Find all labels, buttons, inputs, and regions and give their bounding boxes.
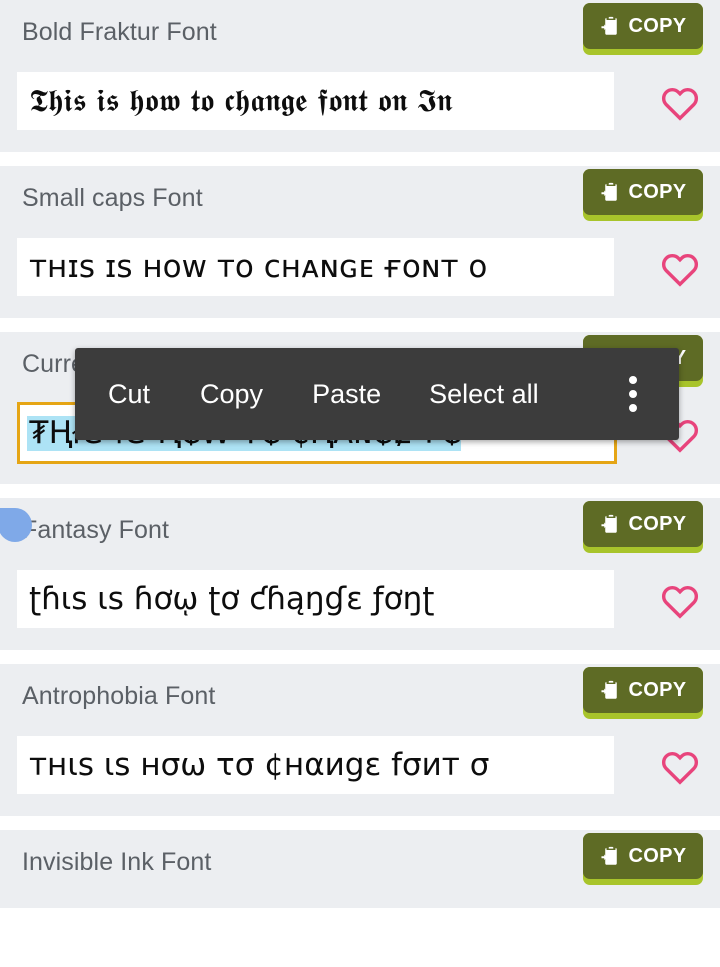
sample-text: 𝕿𝖍𝖎𝖘 𝖎𝖘 𝖍𝖔𝖜 𝖙𝖔 𝖈𝖍𝖆𝖓𝖌𝖊 𝖋𝖔𝖓𝖙 𝖔𝖓 𝕴𝖓 <box>29 82 453 119</box>
heart-outline-icon <box>661 585 699 619</box>
card-divider <box>0 318 720 332</box>
copy-button-label: COPY <box>628 513 687 535</box>
font-card-small-caps: Small caps Font COPY ᴛʜɪs ɪs ʜᴏᴡ ᴛᴏ ᴄʜᴀɴ… <box>0 166 720 318</box>
copy-button-label: COPY <box>628 679 687 701</box>
sample-text: ʈɦɩs ɩs ɦơῳ ʈơ ƈɦąŋɠɛ ƒơŋʈ <box>29 580 435 617</box>
copy-button-face: COPY <box>583 501 703 547</box>
copy-button-label: COPY <box>628 15 687 37</box>
card-divider <box>0 650 720 664</box>
card-header: Antrophobia Font COPY <box>0 664 720 736</box>
copy-button-face: COPY <box>583 833 703 879</box>
dot <box>629 390 637 398</box>
sample-text-field[interactable]: ᴛнιs ιs нσω τσ ¢нαиgε fσит σ <box>17 736 614 794</box>
context-menu-item-copy[interactable]: Copy <box>200 380 263 408</box>
copy-button-label: COPY <box>628 845 687 867</box>
copy-clipboard-icon <box>601 514 617 533</box>
copy-button[interactable]: COPY <box>583 501 703 553</box>
font-name-label: Fantasy Font <box>22 516 170 544</box>
copy-button-face: COPY <box>583 169 703 215</box>
sample-text-field[interactable]: ʈɦɩs ɩs ɦơῳ ʈơ ƈɦąŋɠɛ ƒơŋʈ <box>17 570 614 628</box>
font-name-label: Bold Fraktur Font <box>22 18 217 46</box>
card-footer-spacer <box>0 300 720 318</box>
sample-text: ᴛнιs ιs нσω τσ ¢нαиgε fσит σ <box>29 746 490 783</box>
card-footer-spacer <box>0 134 720 152</box>
context-menu-item-select-all[interactable]: Select all <box>429 380 539 408</box>
font-card-antrophobia: Antrophobia Font COPY ᴛнιs ιs нσω τσ ¢нα… <box>0 664 720 816</box>
card-divider <box>0 152 720 166</box>
card-divider <box>0 816 720 830</box>
card-header: Bold Fraktur Font COPY <box>0 0 720 72</box>
font-card-bold-fraktur: Bold Fraktur Font COPY 𝕿𝖍𝖎𝖘 𝖎𝖘 𝖍𝖔𝖜 𝖙𝖔 𝖈𝖍… <box>0 0 720 152</box>
heart-outline-icon <box>661 253 699 287</box>
text-context-menu: Cut Copy Paste Select all <box>75 348 679 440</box>
sample-text: ᴛʜɪs ɪs ʜᴏᴡ ᴛᴏ ᴄʜᴀɴɢᴇ ғᴏɴᴛ ᴏ <box>29 248 488 285</box>
heart-outline-icon <box>661 751 699 785</box>
favorite-button[interactable] <box>654 744 706 789</box>
sample-text-field[interactable]: 𝕿𝖍𝖎𝖘 𝖎𝖘 𝖍𝖔𝖜 𝖙𝖔 𝖈𝖍𝖆𝖓𝖌𝖊 𝖋𝖔𝖓𝖙 𝖔𝖓 𝕴𝖓 <box>17 72 614 130</box>
font-card-invisible-ink: Invisible Ink Font COPY <box>0 830 720 908</box>
copy-button-face: COPY <box>583 3 703 49</box>
font-name-label: Small caps Font <box>22 184 203 212</box>
more-vertical-icon[interactable] <box>629 376 637 412</box>
favorite-button[interactable] <box>654 578 706 623</box>
copy-button-face: COPY <box>583 667 703 713</box>
favorite-button[interactable] <box>654 80 706 125</box>
dot <box>629 376 637 384</box>
card-divider <box>0 484 720 498</box>
font-name-label: Antrophobia Font <box>22 682 216 710</box>
copy-clipboard-icon <box>601 182 617 201</box>
card-footer-spacer <box>0 466 720 484</box>
context-menu-item-cut[interactable]: Cut <box>108 380 150 408</box>
context-menu-item-paste[interactable]: Paste <box>312 380 381 408</box>
font-name-label: Invisible Ink Font <box>22 848 212 876</box>
copy-button[interactable]: COPY <box>583 169 703 221</box>
sample-text-row: ᴛнιs ιs нσω τσ ¢нαиgε fσит σ <box>0 736 720 798</box>
dot <box>629 404 637 412</box>
copy-clipboard-icon <box>601 846 617 865</box>
favorite-button[interactable] <box>654 246 706 291</box>
card-header: Fantasy Font COPY <box>0 498 720 570</box>
font-card-fantasy: Fantasy Font COPY ʈɦɩs ɩs ɦơῳ ʈơ ƈɦąŋɠɛ … <box>0 498 720 650</box>
card-header: Small caps Font COPY <box>0 166 720 238</box>
card-footer-spacer <box>0 632 720 650</box>
card-header: Invisible Ink Font COPY <box>0 830 720 902</box>
sample-text-field[interactable]: ᴛʜɪs ɪs ʜᴏᴡ ᴛᴏ ᴄʜᴀɴɢᴇ ғᴏɴᴛ ᴏ <box>17 238 614 296</box>
sample-text-row: 𝕿𝖍𝖎𝖘 𝖎𝖘 𝖍𝖔𝖜 𝖙𝖔 𝖈𝖍𝖆𝖓𝖌𝖊 𝖋𝖔𝖓𝖙 𝖔𝖓 𝕴𝖓 <box>0 72 720 134</box>
heart-outline-icon <box>661 87 699 121</box>
font-list-screen: Bold Fraktur Font COPY 𝕿𝖍𝖎𝖘 𝖎𝖘 𝖍𝖔𝖜 𝖙𝖔 𝖈𝖍… <box>0 0 720 967</box>
copy-clipboard-icon <box>601 680 617 699</box>
copy-button[interactable]: COPY <box>583 3 703 55</box>
copy-button[interactable]: COPY <box>583 667 703 719</box>
copy-button-label: COPY <box>628 181 687 203</box>
sample-text-row: ᴛʜɪs ɪs ʜᴏᴡ ᴛᴏ ᴄʜᴀɴɢᴇ ғᴏɴᴛ ᴏ <box>0 238 720 300</box>
copy-button[interactable]: COPY <box>583 833 703 885</box>
copy-clipboard-icon <box>601 16 617 35</box>
sample-text-row: ʈɦɩs ɩs ɦơῳ ʈơ ƈɦąŋɠɛ ƒơŋʈ <box>0 570 720 632</box>
card-footer-spacer <box>0 798 720 816</box>
